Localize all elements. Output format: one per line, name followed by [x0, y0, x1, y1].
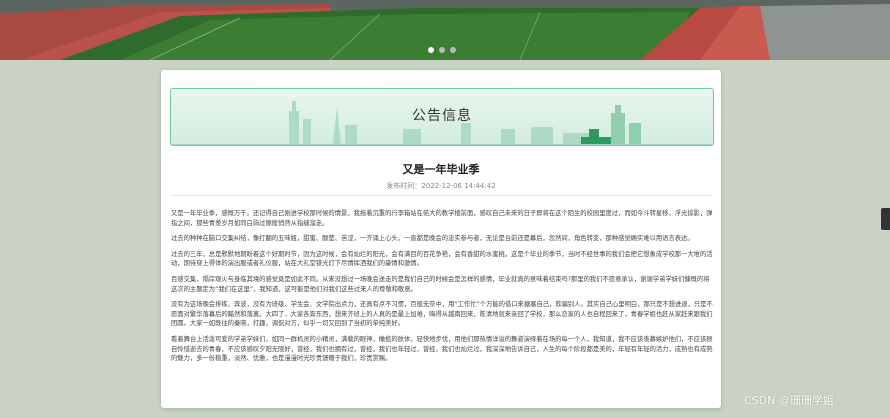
article-paragraph: 过去的三年，总是默默地期盼着这个好期时节，因为这时候，会有灿烂的阳光，会有满目的… — [171, 250, 713, 268]
watermark-text: CSDN @珊珊学姐 — [744, 394, 834, 407]
article-paragraph: 没有为这场晚会排练、奔波，没有为班级、学生会、文学院出点力，还真有点不习惯，百般… — [171, 301, 713, 328]
article-paragraph: 又是一年毕业季，感慨万千。还记得自己刚进学校那时候的情景，我拖着沉重的行李箱站在… — [171, 210, 713, 227]
article-paragraph: 过去的种种在脑口交集纠结，像打翻的五味瓶，甜蜜、酸楚、苦涩，一齐涌上心头。一直都… — [171, 235, 694, 243]
carousel-dot[interactable] — [428, 47, 434, 53]
publish-time: 发布时间：2022-12-06 14:44:42 — [386, 182, 496, 190]
notice-detail-card: 公告信息 又是一年毕业季 发布时间：2022-12-06 14:44:42 又是… — [161, 70, 721, 408]
carousel-dot[interactable] — [439, 47, 445, 53]
notice-header-title: 公告信息 — [412, 108, 472, 124]
banner-carousel[interactable] — [0, 0, 890, 60]
article-content: 又是一年毕业季，感慨万千。还记得自己刚进学校那时候的情景，我拖着沉重的行李箱站在… — [171, 209, 713, 370]
notice-header: 公告信息 — [170, 88, 714, 146]
article-paragraph: 百感交集，隔岸观火与身临其境的感觉竟是如此不同。从来没想过一场晚会送走的是我们自… — [171, 275, 710, 293]
side-toggle-tab[interactable] — [881, 208, 890, 230]
article-paragraph: 看着舞台上活泼可爱的学弟学妹们，如同一群机灵的小精灵，满载的眼神，橄榄的肤体，轻… — [171, 335, 713, 363]
carousel-dot[interactable] — [450, 47, 456, 53]
carousel-indicators — [428, 47, 456, 53]
article-title: 又是一年毕业季 — [402, 163, 480, 176]
divider — [171, 195, 711, 196]
